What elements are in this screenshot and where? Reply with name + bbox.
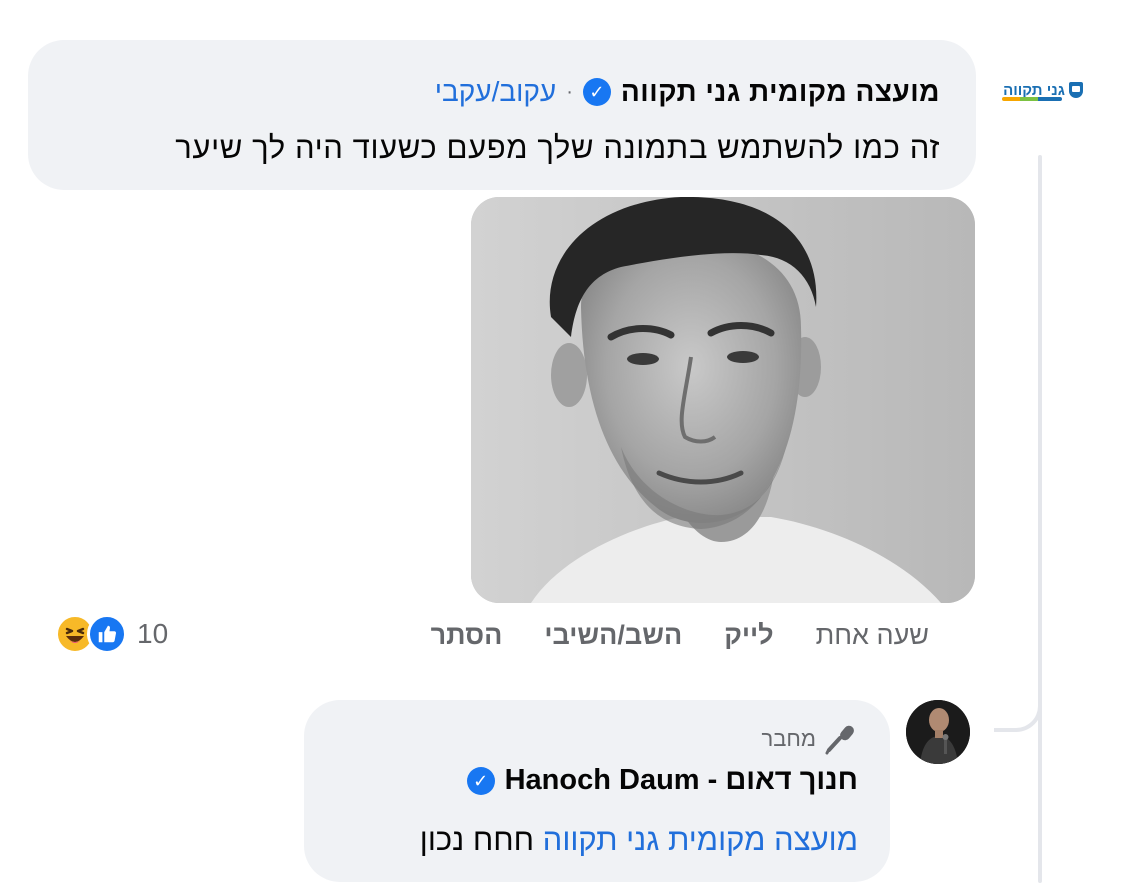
logo-stripes	[1002, 97, 1062, 101]
reply-author-avatar[interactable]	[906, 700, 970, 764]
like-reaction-icon	[87, 614, 127, 654]
comment-header: מועצה מקומית גני תקווה ✓ · עקוב/עקבי	[435, 76, 940, 108]
microphone-icon	[825, 725, 854, 755]
page-avatar[interactable]: גני תקווה	[996, 70, 1090, 110]
reply-text: מועצה מקומית גני תקווה חחח נכון	[420, 822, 858, 858]
reply-mention-link[interactable]: מועצה מקומית גני תקווה	[543, 822, 858, 857]
thread-line	[1038, 155, 1042, 883]
page-logo-text: גני תקווה	[1003, 81, 1065, 99]
separator-dot: ·	[566, 80, 573, 103]
reply-button[interactable]: השב/השיבי	[544, 620, 682, 651]
comment-timestamp[interactable]: שעה אחת	[816, 620, 929, 651]
shield-icon	[1068, 82, 1083, 98]
comment-actions: שעה אחת לייק השב/השיבי הסתר	[431, 620, 929, 651]
like-button[interactable]: לייק	[724, 620, 773, 651]
comment-photo[interactable]	[471, 197, 975, 603]
reaction-count: 10	[137, 618, 169, 649]
comment-author[interactable]: מועצה מקומית גני תקווה	[621, 76, 940, 108]
comment-bubble: מועצה מקומית גני תקווה ✓ · עקוב/עקבי זה …	[28, 40, 976, 190]
hide-button[interactable]: הסתר	[431, 620, 503, 651]
verified-badge-icon: ✓	[582, 78, 611, 106]
reply-bubble: מחבר חנוך דאום - Hanoch Daum ✓ מועצה מקו…	[304, 700, 890, 882]
reactions-summary[interactable]: 10	[55, 614, 168, 654]
reply-author[interactable]: חנוך דאום - Hanoch Daum	[505, 764, 858, 797]
author-badge: מחבר	[761, 722, 858, 756]
reply-message: חחח נכון	[419, 822, 535, 857]
comment-text: זה כמו להשתמש בתמונה שלך מפעם כשעוד היה …	[175, 130, 940, 165]
follow-link[interactable]: עקוב/עקבי	[435, 76, 556, 108]
verified-badge-icon: ✓	[466, 766, 495, 795]
author-badge-label: מחבר	[761, 726, 816, 751]
reply-header: חנוך דאום - Hanoch Daum ✓	[466, 764, 858, 797]
thread-branch-curve	[994, 660, 1042, 732]
